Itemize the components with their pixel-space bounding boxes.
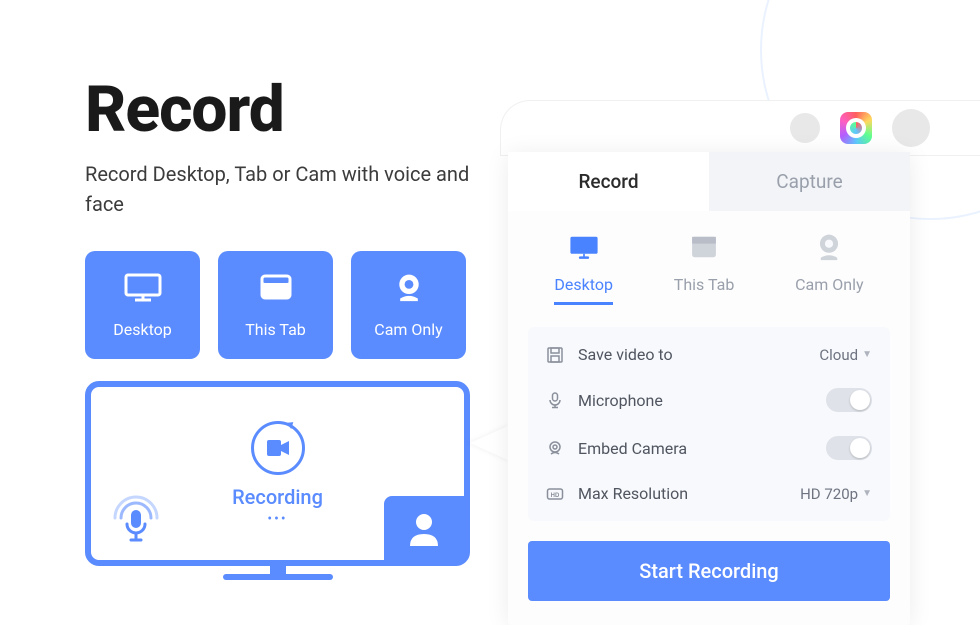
microphone-toggle[interactable] [826, 388, 872, 412]
setting-embed-camera: Embed Camera [546, 424, 872, 472]
camera-icon [546, 439, 564, 457]
setting-label: Microphone [578, 391, 812, 410]
page-title: Record [85, 72, 505, 147]
recording-dots: ••• [267, 511, 287, 527]
settings-list: Save video to Cloud▼ Microphone Embed Ca… [528, 327, 890, 521]
setting-microphone: Microphone [546, 376, 872, 424]
recording-icon [251, 421, 305, 475]
toolbar-placeholder-icon [790, 113, 820, 143]
hero-mode-label: This Tab [245, 320, 306, 339]
source-desktop[interactable]: Desktop [554, 233, 613, 305]
save-to-dropdown[interactable]: Cloud▼ [819, 346, 872, 364]
monitor-icon [123, 272, 163, 306]
chevron-down-icon: ▼ [862, 488, 872, 499]
source-label: Desktop [554, 275, 613, 294]
preview-illustration: Recording ••• [85, 381, 470, 580]
extension-icon[interactable] [840, 112, 872, 144]
hero-mode-cam-only[interactable]: Cam Only [351, 251, 466, 359]
embed-camera-toggle[interactable] [826, 436, 872, 460]
chevron-down-icon: ▼ [862, 349, 872, 360]
hero-mode-label: Desktop [113, 320, 172, 339]
webcam-icon [389, 272, 429, 306]
hero-mode-desktop[interactable]: Desktop [85, 251, 200, 359]
extension-popup: Record Capture Desktop This Tab Cam Only [508, 152, 910, 625]
hd-icon: HD [546, 485, 564, 503]
setting-label: Save video to [578, 345, 805, 364]
hero-mode-label: Cam Only [374, 320, 442, 339]
source-label: Cam Only [795, 275, 863, 294]
setting-save-to: Save video to Cloud▼ [546, 333, 872, 376]
browser-toolbar [500, 100, 980, 156]
popup-tabs: Record Capture [508, 152, 910, 211]
svg-text:HD: HD [551, 493, 560, 499]
tab-capture[interactable]: Capture [709, 152, 910, 211]
setting-label: Embed Camera [578, 439, 812, 458]
hero-mode-cards: Desktop This Tab Cam Only [85, 251, 505, 359]
start-recording-button[interactable]: Start Recording [528, 541, 890, 601]
hero-mode-this-tab[interactable]: This Tab [218, 251, 333, 359]
save-icon [546, 346, 564, 364]
microphone-wave-icon [109, 484, 163, 548]
page-subtitle: Record Desktop, Tab or Cam with voice an… [85, 159, 505, 219]
webcam-icon [812, 233, 846, 265]
source-row: Desktop This Tab Cam Only [508, 211, 910, 313]
monitor-icon [567, 233, 601, 265]
setting-label: Max Resolution [578, 484, 786, 503]
tab-record[interactable]: Record [508, 152, 709, 211]
source-label: This Tab [674, 275, 735, 294]
camera-overlay-icon [384, 496, 464, 560]
source-cam-only[interactable]: Cam Only [795, 233, 863, 305]
recording-status-label: Recording [232, 485, 323, 509]
resolution-dropdown[interactable]: HD 720p▼ [800, 485, 872, 503]
source-this-tab[interactable]: This Tab [674, 233, 735, 305]
microphone-icon [546, 391, 564, 409]
tab-icon [256, 272, 296, 306]
hero-section: Record Record Desktop, Tab or Cam with v… [85, 72, 505, 580]
avatar-placeholder-icon [892, 109, 930, 147]
setting-max-resolution: HD Max Resolution HD 720p▼ [546, 472, 872, 515]
tab-icon [687, 233, 721, 265]
callout-pointer [470, 425, 510, 461]
